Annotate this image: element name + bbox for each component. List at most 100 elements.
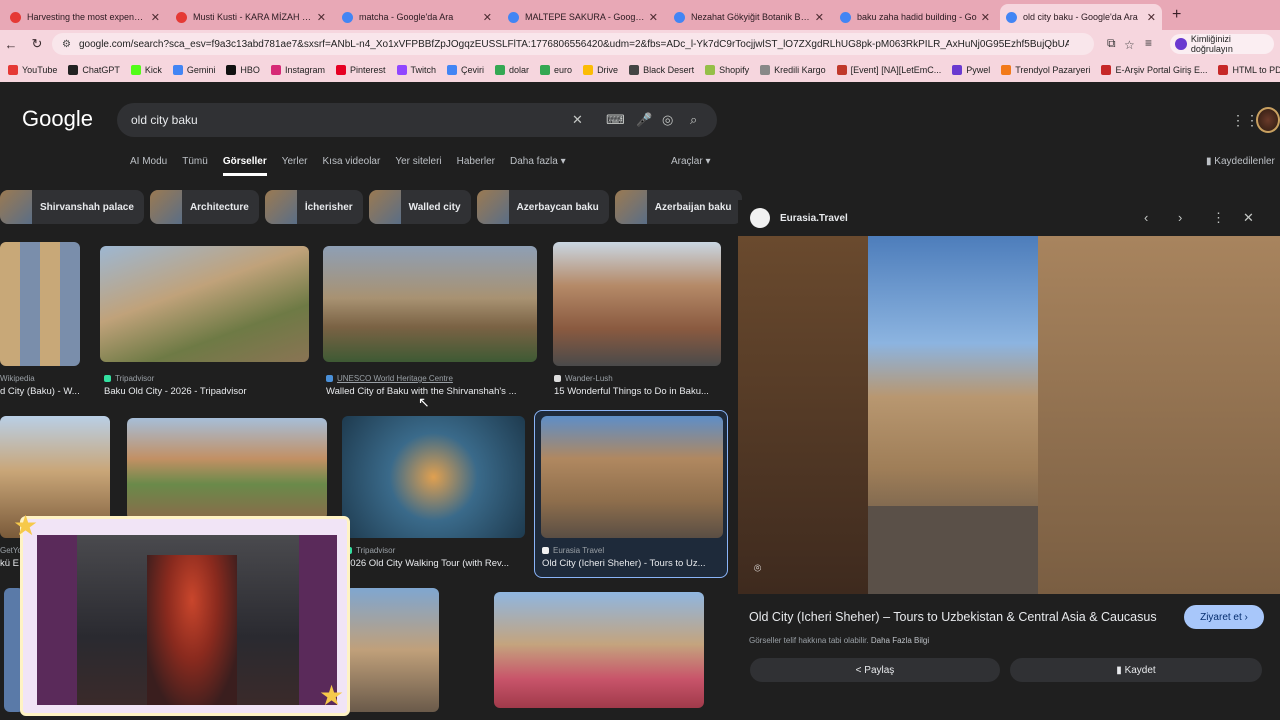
- search-tab[interactable]: AI Modu: [130, 156, 167, 176]
- related-chip[interactable]: Architecture: [149, 190, 259, 224]
- visit-button[interactable]: Ziyaret et ›: [1184, 605, 1264, 629]
- lens-icon[interactable]: ◎: [662, 112, 673, 128]
- reload-icon[interactable]: ↻: [26, 36, 48, 52]
- share-button[interactable]: < Paylaş: [750, 658, 1000, 682]
- tab-close-icon[interactable]: ✕: [649, 11, 658, 24]
- bookmark-item[interactable]: Gemini: [172, 65, 215, 75]
- result-image[interactable]: [553, 242, 721, 366]
- bookmark-item[interactable]: Twitch: [396, 65, 436, 75]
- browser-tab[interactable]: Musti Kusti - KARA MİZAH | Si ✕: [170, 4, 332, 30]
- tab-close-icon[interactable]: ✕: [981, 11, 990, 24]
- preview-title[interactable]: Old City (Icheri Sheher) – Tours to Uzbe…: [749, 610, 1157, 624]
- search-tab[interactable]: Tümü: [182, 156, 208, 176]
- search-query[interactable]: old city baku: [131, 113, 198, 127]
- result-title[interactable]: Walled City of Baku with the Shirvanshah…: [326, 386, 534, 397]
- preview-source[interactable]: Eurasia.Travel: [750, 208, 848, 228]
- result-source: Wikipedia: [0, 374, 35, 383]
- more-options-icon[interactable]: ⋮: [1212, 210, 1225, 226]
- related-chip[interactable]: Azerbaycan baku: [476, 190, 609, 224]
- browser-tab[interactable]: old city baku - Google'da Ara ✕: [1000, 4, 1162, 30]
- related-chip[interactable]: Azerbaijan baku: [614, 190, 742, 224]
- result-image[interactable]: [541, 416, 723, 538]
- bookmark-item[interactable]: Çeviri: [447, 65, 484, 75]
- tab-close-icon[interactable]: ✕: [483, 11, 492, 24]
- result-image[interactable]: [323, 246, 537, 362]
- clear-icon[interactable]: ✕: [572, 112, 583, 128]
- search-tab[interactable]: Görseller: [222, 156, 267, 176]
- bookmark-item[interactable]: [Event] [NA][LetEmC...: [836, 65, 941, 75]
- bookmark-star-icon[interactable]: ☆: [1124, 38, 1135, 52]
- save-button[interactable]: ▮ Kaydet: [1010, 658, 1262, 682]
- bookmark-item[interactable]: Instagram: [270, 65, 325, 75]
- tab-close-icon[interactable]: ✕: [317, 11, 326, 24]
- profile-button[interactable]: Kimliğinizi doğrulayın: [1170, 34, 1274, 54]
- result-image[interactable]: [0, 242, 80, 366]
- search-tab[interactable]: Yer siteleri: [395, 156, 441, 176]
- lens-search-icon[interactable]: ⌾: [754, 561, 761, 576]
- back-icon[interactable]: ←: [0, 37, 22, 52]
- tab-title: Nezahat Gökyiğit Botanik Bahç: [691, 12, 811, 22]
- result-title[interactable]: 2026 Old City Walking Tour (with Rev...: [345, 558, 525, 569]
- browser-tab[interactable]: baku zaha hadid building - Go ✕: [834, 4, 996, 30]
- result-image[interactable]: [494, 592, 704, 708]
- bookmark-item[interactable]: Kick: [130, 65, 162, 75]
- keyboard-icon[interactable]: ⌨: [606, 112, 625, 128]
- bookmark-favicon: [495, 65, 506, 75]
- bookmark-item[interactable]: dolar: [495, 65, 529, 75]
- bookmark-item[interactable]: Trendyol Pazaryeri: [1001, 65, 1090, 75]
- bookmark-item[interactable]: Kredili Kargo: [760, 65, 826, 75]
- url-field[interactable]: ⚙ google.com/search?sca_esv=f9a3c13abd78…: [52, 33, 1135, 55]
- voice-search-icon[interactable]: 🎤: [636, 112, 652, 128]
- result-image[interactable]: [127, 418, 327, 520]
- bookmark-item[interactable]: euro: [540, 65, 572, 75]
- bookmark-item[interactable]: ChatGPT: [68, 65, 120, 75]
- media-controls-icon[interactable]: ≡: [1145, 36, 1152, 50]
- search-tab[interactable]: Yerler: [282, 156, 308, 176]
- browser-tab[interactable]: MALTEPE SAKURA - Google'da ✕: [502, 4, 664, 30]
- browser-tab[interactable]: matcha - Google'da Ara ✕: [336, 4, 498, 30]
- tools-button[interactable]: Araçlar ▾: [671, 156, 710, 167]
- previous-icon[interactable]: ‹: [1144, 210, 1148, 225]
- result-card[interactable]: [0, 242, 80, 366]
- result-image[interactable]: [100, 246, 309, 362]
- bookmark-item[interactable]: HBO: [226, 65, 260, 75]
- bookmark-item[interactable]: Pywel: [952, 65, 990, 75]
- bookmark-item[interactable]: HTML to PDF: [1218, 65, 1280, 75]
- more-info-link[interactable]: Daha Fazla Bilgi: [871, 636, 929, 645]
- tab-close-icon[interactable]: ✕: [815, 11, 824, 24]
- browser-tab[interactable]: Harvesting the most expensive ✕: [4, 4, 166, 30]
- preview-image[interactable]: ⌾: [738, 236, 1280, 594]
- bookmark-item[interactable]: Drive: [583, 65, 618, 75]
- bookmark-item[interactable]: Pinterest: [335, 65, 386, 75]
- tab-favicon: [1006, 11, 1017, 23]
- search-box[interactable]: old city baku ✕ ⌨ 🎤 ◎ ⌕: [117, 103, 717, 137]
- result-image[interactable]: [342, 416, 525, 538]
- site-info-icon[interactable]: ⚙: [62, 39, 71, 50]
- google-logo[interactable]: Google: [22, 106, 93, 132]
- tab-close-icon[interactable]: ✕: [1147, 11, 1156, 24]
- next-icon[interactable]: ›: [1178, 210, 1182, 225]
- related-chip[interactable]: Walled city: [368, 190, 471, 224]
- extensions-icon[interactable]: ⧉: [1107, 36, 1116, 51]
- bookmark-item[interactable]: YouTube: [8, 65, 57, 75]
- result-image[interactable]: [345, 588, 439, 712]
- search-tab[interactable]: Daha fazla ▾: [510, 156, 566, 176]
- saved-button[interactable]: ▮ Kaydedilenler: [1206, 156, 1275, 167]
- bookmark-item[interactable]: Black Desert: [629, 65, 694, 75]
- bookmark-item[interactable]: Shopify: [705, 65, 749, 75]
- result-title[interactable]: 15 Wonderful Things to Do in Baku...: [554, 386, 724, 397]
- result-title[interactable]: Baku Old City - 2026 - Tripadvisor: [104, 386, 304, 397]
- tab-close-icon[interactable]: ✕: [151, 11, 160, 24]
- close-icon[interactable]: ✕: [1243, 210, 1254, 226]
- result-title[interactable]: Old City (Icheri Sheher) - Tours to Uz..…: [542, 558, 722, 569]
- new-tab-icon[interactable]: +: [1172, 6, 1181, 24]
- search-icon[interactable]: ⌕: [690, 112, 697, 128]
- bookmark-item[interactable]: E-Arşiv Portal Giriş E...: [1101, 65, 1207, 75]
- account-avatar[interactable]: [1256, 107, 1280, 133]
- related-chip[interactable]: Shirvanshah palace: [0, 190, 144, 224]
- search-tab[interactable]: Kısa videolar: [323, 156, 381, 176]
- browser-tab[interactable]: Nezahat Gökyiğit Botanik Bahç ✕: [668, 4, 830, 30]
- search-tab[interactable]: Haberler: [457, 156, 495, 176]
- result-title[interactable]: d City (Baku) - W...: [0, 386, 92, 397]
- related-chip[interactable]: İcherisher: [264, 190, 363, 224]
